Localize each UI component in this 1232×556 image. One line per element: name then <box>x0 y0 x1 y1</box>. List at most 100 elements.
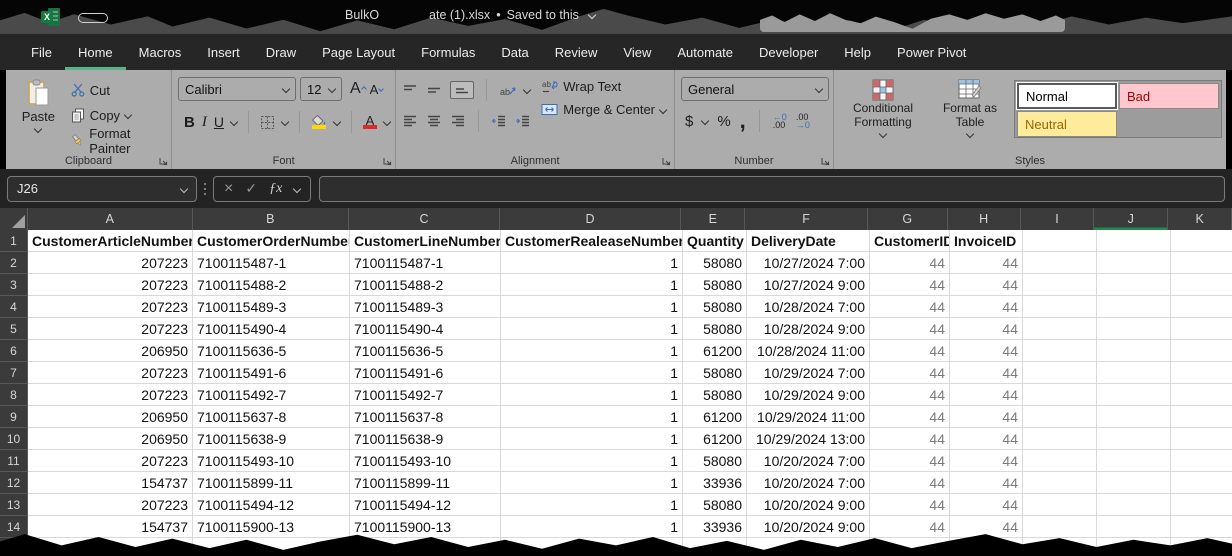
cell-B3[interactable]: 7100115488-2 <box>193 274 350 296</box>
cell-C1[interactable]: CustomerLineNumber <box>350 230 501 252</box>
cell-G4[interactable]: 44 <box>870 296 950 318</box>
cell-F8[interactable]: 10/29/2024 9:00 <box>747 384 870 406</box>
cell-F3[interactable]: 10/27/2024 9:00 <box>747 274 870 296</box>
cell-E3[interactable]: 58080 <box>683 274 747 296</box>
cell-J3[interactable] <box>1097 274 1171 296</box>
cell-E13[interactable]: 58080 <box>683 494 747 516</box>
cell-K9[interactable] <box>1171 406 1232 428</box>
cell-C8[interactable]: 7100115492-7 <box>350 384 501 406</box>
cell-I8[interactable] <box>1023 384 1097 406</box>
row-header-1[interactable]: 1 <box>0 230 28 252</box>
cell-J2[interactable] <box>1097 252 1171 274</box>
cell-H2[interactable]: 44 <box>950 252 1023 274</box>
cell-H3[interactable]: 44 <box>950 274 1023 296</box>
bold-button[interactable]: B <box>184 114 195 131</box>
cell-J13[interactable] <box>1097 494 1171 516</box>
cell-B6[interactable]: 7100115636-5 <box>193 340 350 362</box>
cell-H8[interactable]: 44 <box>950 384 1023 406</box>
cell-H12[interactable]: 44 <box>950 472 1023 494</box>
cell-E1[interactable]: Quantity <box>683 230 747 252</box>
align-middle-button[interactable] <box>426 84 442 96</box>
underline-dropdown-icon[interactable] <box>230 118 238 126</box>
tab-review[interactable]: Review <box>542 34 611 70</box>
cell-H13[interactable]: 44 <box>950 494 1023 516</box>
cell-D6[interactable]: 1 <box>501 340 683 362</box>
cell-F2[interactable]: 10/27/2024 7:00 <box>747 252 870 274</box>
cell-C9[interactable]: 7100115637-8 <box>350 406 501 428</box>
row-header-2[interactable]: 2 <box>0 252 28 274</box>
currency-dropdown-icon[interactable] <box>701 117 709 125</box>
cell-A1[interactable]: CustomerArticleNumber <box>28 230 193 252</box>
cell-K6[interactable] <box>1171 340 1232 362</box>
cell-G1[interactable]: CustomerID <box>870 230 950 252</box>
cell-D3[interactable]: 1 <box>501 274 683 296</box>
cell-K11[interactable] <box>1171 450 1232 472</box>
cut-button[interactable]: Cut <box>71 81 167 99</box>
cell-H5[interactable]: 44 <box>950 318 1023 340</box>
cell-A2[interactable]: 207223 <box>28 252 193 274</box>
cell-A8[interactable]: 207223 <box>28 384 193 406</box>
borders-dropdown-icon[interactable] <box>281 118 289 126</box>
style-neutral[interactable]: Neutral <box>1017 111 1117 137</box>
enter-icon[interactable]: ✓ <box>245 180 257 197</box>
cell-C14[interactable]: 7100115900-13 <box>350 516 501 538</box>
decrease-font-size-button[interactable]: A <box>370 82 384 97</box>
currency-format-button[interactable]: $ <box>685 113 693 130</box>
cell-F7[interactable]: 10/29/2024 7:00 <box>747 362 870 384</box>
cell-A3[interactable]: 207223 <box>28 274 193 296</box>
align-top-button[interactable] <box>402 84 418 96</box>
row-header-13[interactable]: 13 <box>0 494 28 516</box>
cell-F4[interactable]: 10/28/2024 7:00 <box>747 296 870 318</box>
cell-B2[interactable]: 7100115487-1 <box>193 252 350 274</box>
cell-B1[interactable]: CustomerOrderNumber <box>193 230 350 252</box>
cell-J11[interactable] <box>1097 450 1171 472</box>
cell-F10[interactable]: 10/29/2024 13:00 <box>747 428 870 450</box>
cell-I14[interactable] <box>1023 516 1097 538</box>
cell-D11[interactable]: 1 <box>501 450 683 472</box>
cell-E10[interactable]: 61200 <box>683 428 747 450</box>
cell-G5[interactable]: 44 <box>870 318 950 340</box>
column-header-K[interactable]: K <box>1168 208 1232 230</box>
cell-J12[interactable] <box>1097 472 1171 494</box>
align-left-button[interactable] <box>402 115 418 127</box>
increase-indent-button[interactable] <box>515 115 531 127</box>
cell-F13[interactable]: 10/20/2024 9:00 <box>747 494 870 516</box>
cell-J7[interactable] <box>1097 362 1171 384</box>
increase-decimal-button[interactable]: ←0 .00 <box>773 113 787 129</box>
cell-C12[interactable]: 7100115899-11 <box>350 472 501 494</box>
cell-H4[interactable]: 44 <box>950 296 1023 318</box>
tab-macros[interactable]: Macros <box>126 34 195 70</box>
select-all-button[interactable] <box>0 208 28 230</box>
row-header-12[interactable]: 12 <box>0 472 28 494</box>
cell-D10[interactable]: 1 <box>501 428 683 450</box>
row-header-6[interactable]: 6 <box>0 340 28 362</box>
align-right-button[interactable] <box>450 115 466 127</box>
tab-power-pivot[interactable]: Power Pivot <box>884 34 979 70</box>
chevron-down-icon[interactable] <box>588 11 596 19</box>
cell-E11[interactable]: 58080 <box>683 450 747 472</box>
cell-J5[interactable] <box>1097 318 1171 340</box>
cell-E12[interactable]: 33936 <box>683 472 747 494</box>
cell-K3[interactable] <box>1171 274 1232 296</box>
alignment-dialog-launcher-icon[interactable] <box>661 156 671 166</box>
cell-I5[interactable] <box>1023 318 1097 340</box>
cell-D2[interactable]: 1 <box>501 252 683 274</box>
formula-input[interactable] <box>319 176 1225 202</box>
tab-developer[interactable]: Developer <box>746 34 831 70</box>
cancel-icon[interactable]: × <box>224 180 233 198</box>
format-as-table-button[interactable]: Format as Table <box>934 77 1006 151</box>
cell-I3[interactable] <box>1023 274 1097 296</box>
cell-G8[interactable]: 44 <box>870 384 950 406</box>
copy-dropdown-icon[interactable] <box>124 111 132 119</box>
tab-view[interactable]: View <box>610 34 664 70</box>
cell-K1[interactable] <box>1171 230 1232 252</box>
tab-draw[interactable]: Draw <box>253 34 309 70</box>
cell-D13[interactable]: 1 <box>501 494 683 516</box>
cell-G11[interactable]: 44 <box>870 450 950 472</box>
cell-G12[interactable]: 44 <box>870 472 950 494</box>
cell-B12[interactable]: 7100115899-11 <box>193 472 350 494</box>
cell-F5[interactable]: 10/28/2024 9:00 <box>747 318 870 340</box>
cell-H1[interactable]: InvoiceID <box>950 230 1023 252</box>
cell-F9[interactable]: 10/29/2024 11:00 <box>747 406 870 428</box>
cell-A4[interactable]: 207223 <box>28 296 193 318</box>
